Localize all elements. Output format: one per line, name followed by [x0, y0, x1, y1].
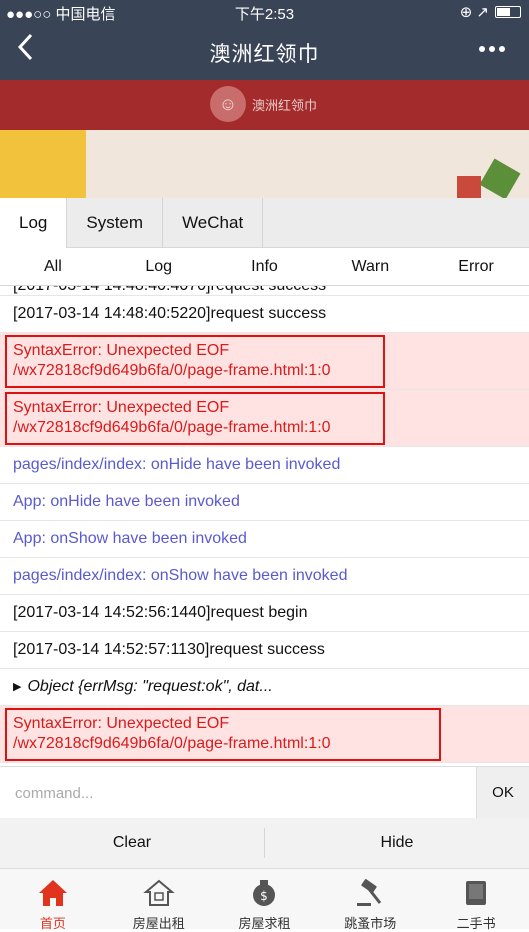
filter-all[interactable]: All — [0, 248, 106, 285]
expand-triangle-icon[interactable]: ▶ — [13, 677, 21, 697]
svg-text:$: $ — [261, 889, 269, 903]
hide-button[interactable]: Hide — [265, 834, 529, 852]
tab-label: 二手书 — [456, 916, 496, 931]
log-text: App: onHide have been invoked — [13, 493, 240, 510]
error-message: SyntaxError: Unexpected EOF /wx72818cf9d… — [13, 398, 331, 438]
command-bar: OK — [0, 766, 529, 819]
object-entry[interactable]: ▶ Object {errMsg: "request:ok", dat... — [0, 669, 529, 706]
tab-home[interactable]: 首页 — [0, 869, 106, 931]
tab-label: 跳蚤市场 — [344, 916, 397, 931]
log-filters: All Log Info Warn Error — [0, 248, 529, 286]
log-text: [2017-03-14 14:52:57:1130]request succes… — [13, 641, 325, 658]
book-icon — [460, 877, 492, 909]
status-bar: ●●●○○ 中国电信 下午2:53 ⊕ ↗ — [0, 0, 529, 24]
battery-icon — [495, 6, 521, 18]
status-indicators: ⊕ ↗ — [460, 3, 521, 21]
tab-used-books[interactable]: 二手书 — [423, 869, 529, 931]
more-button[interactable] — [477, 34, 507, 71]
tab-label: 房屋出租 — [132, 916, 185, 931]
command-input[interactable] — [0, 767, 476, 819]
brand-logo: ☺ 澳洲红领巾 — [210, 86, 317, 122]
filter-warn[interactable]: Warn — [317, 248, 423, 285]
tab-label: 房屋求租 — [238, 916, 291, 931]
gavel-icon — [354, 877, 386, 909]
tab-flea-market[interactable]: 跳蚤市场 — [317, 869, 423, 931]
koala-logo-icon: ☺ — [210, 86, 246, 122]
nav-bar: 澳洲红领巾 — [0, 24, 529, 80]
filter-info[interactable]: Info — [212, 248, 318, 285]
filter-log[interactable]: Log — [106, 248, 212, 285]
error-source: /wx72818cf9d649b6fa/0/page-frame.html:1:… — [13, 419, 331, 436]
filter-error[interactable]: Error — [423, 248, 529, 285]
tab-wechat[interactable]: WeChat — [163, 198, 264, 248]
log-entry: [2017-03-14 14:48:40:4070]request succes… — [0, 286, 529, 296]
tab-system[interactable]: System — [67, 198, 164, 248]
log-list[interactable]: [2017-03-14 14:48:40:4070]request succes… — [0, 286, 529, 766]
logo-text: 澳洲红领巾 — [252, 97, 318, 113]
error-line: SyntaxError: Unexpected EOF — [13, 715, 230, 732]
info-entry: pages/index/index: onHide have been invo… — [0, 447, 529, 484]
tab-label: 首页 — [39, 916, 66, 931]
error-entry: SyntaxError: Unexpected EOF /wx72818cf9d… — [0, 390, 529, 447]
log-entry: [2017-03-14 14:48:40:5220]request succes… — [0, 296, 529, 333]
object-text: Object {errMsg: "request:ok", dat... — [27, 678, 273, 695]
banner: ☺ 澳洲红领巾 — [0, 80, 529, 130]
location-icon: ⊕ ↗ — [459, 4, 489, 21]
tab-house-rent[interactable]: 房屋出租 — [106, 869, 212, 931]
console-footer: Clear Hide — [0, 818, 529, 868]
money-bag-icon: $ — [248, 877, 280, 909]
log-text: pages/index/index: onShow have been invo… — [13, 567, 348, 584]
info-entry: pages/index/index: onShow have been invo… — [0, 558, 529, 595]
error-message: SyntaxError: Unexpected EOF /wx72818cf9d… — [13, 341, 331, 381]
log-entry: [2017-03-14 14:52:57:1130]request succes… — [0, 632, 529, 669]
debug-console: Log System WeChat All Log Info Warn Erro… — [0, 198, 529, 868]
bottom-tab-bar: 首页 房屋出租 $ 房屋求租 跳蚤市场 二手书 — [0, 868, 529, 931]
ok-button[interactable]: OK — [476, 767, 529, 819]
error-entry: SyntaxError: Unexpected EOF /wx72818cf9d… — [0, 706, 529, 763]
error-source: /wx72818cf9d649b6fa/0/page-frame.html:1:… — [13, 735, 331, 752]
page-title: 澳洲红领巾 — [209, 43, 320, 66]
clear-button[interactable]: Clear — [0, 834, 264, 852]
tab-house-wanted[interactable]: $ 房屋求租 — [212, 869, 318, 931]
error-message: SyntaxError: Unexpected EOF /wx72818cf9d… — [13, 714, 331, 754]
error-line: SyntaxError: Unexpected EOF — [13, 342, 230, 359]
banner-left-block — [0, 130, 86, 198]
home-icon — [37, 877, 69, 909]
info-entry: App: onHide have been invoked — [0, 484, 529, 521]
more-icon — [479, 46, 505, 52]
console-tabs: Log System WeChat — [0, 198, 529, 248]
error-source: /wx72818cf9d649b6fa/0/page-frame.html:1:… — [13, 362, 331, 379]
info-entry: App: onShow have been invoked — [0, 521, 529, 558]
banner-decoration — [457, 176, 481, 198]
house-rent-icon — [142, 877, 175, 909]
log-text: [2017-03-14 14:48:40:5220]request succes… — [13, 305, 327, 322]
log-text: pages/index/index: onHide have been invo… — [13, 456, 341, 473]
background-page: ☺ 澳洲红领巾 — [0, 80, 529, 198]
error-entry: SyntaxError: Unexpected EOF /wx72818cf9d… — [0, 333, 529, 390]
log-text: [2017-03-14 14:52:56:1440]request begin — [13, 604, 308, 621]
clock: 下午2:53 — [234, 6, 295, 23]
log-text: App: onShow have been invoked — [13, 530, 247, 547]
log-entry: [2017-03-14 14:52:56:1440]request begin — [0, 595, 529, 632]
tab-log[interactable]: Log — [0, 198, 68, 248]
log-text: [2017-03-14 14:48:40:4070]request succes… — [13, 286, 326, 296]
error-line: SyntaxError: Unexpected EOF — [13, 399, 230, 416]
